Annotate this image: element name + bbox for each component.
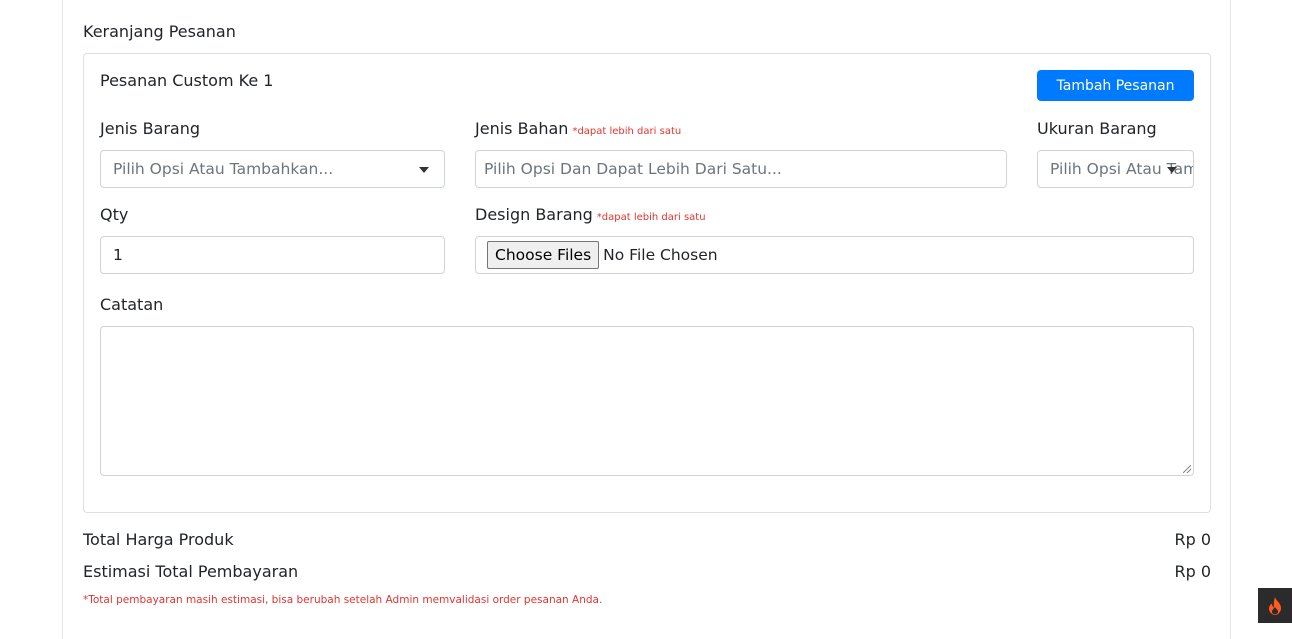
caret-down-icon bbox=[419, 167, 429, 173]
add-order-button[interactable]: Tambah Pesanan bbox=[1037, 70, 1194, 101]
qty-label-text: Qty bbox=[100, 205, 129, 224]
design-label-text: Design Barang bbox=[475, 205, 593, 224]
size-label: Ukuran Barang bbox=[1037, 119, 1157, 138]
payment-estimate-label: Estimasi Total Pembayaran bbox=[83, 562, 299, 581]
product-total-value: Rp 0 bbox=[1174, 530, 1211, 549]
payment-estimate-value: Rp 0 bbox=[1174, 562, 1211, 581]
notes-label-text: Catatan bbox=[100, 295, 164, 314]
qty-value: 1 bbox=[113, 246, 123, 264]
resize-handle[interactable] bbox=[1183, 465, 1191, 473]
corner-badge[interactable] bbox=[1258, 588, 1292, 623]
notes-textarea[interactable] bbox=[100, 326, 1194, 476]
design-file-input[interactable]: Choose Files No File Chosen bbox=[475, 236, 1194, 274]
material-placeholder: Pilih Opsi Dan Dapat Lebih Dari Satu... bbox=[484, 160, 782, 178]
item-type-select[interactable]: Pilih Opsi Atau Tambahkan... bbox=[100, 150, 445, 188]
file-status: No File Chosen bbox=[603, 246, 718, 264]
design-hint: *dapat lebih dari satu bbox=[596, 212, 706, 223]
material-label-text: Jenis Bahan bbox=[475, 119, 569, 138]
material-label: Jenis Bahan *dapat lebih dari satu bbox=[475, 119, 681, 138]
estimate-note: *Total pembayaran masih estimasi, bisa b… bbox=[83, 594, 603, 606]
item-type-placeholder: Pilih Opsi Atau Tambahkan... bbox=[113, 160, 334, 178]
material-multiselect[interactable]: Pilih Opsi Dan Dapat Lebih Dari Satu... bbox=[475, 150, 1007, 188]
notes-label: Catatan bbox=[100, 295, 163, 314]
order-title: Pesanan Custom Ke 1 bbox=[100, 71, 274, 90]
product-total-label: Total Harga Produk bbox=[83, 530, 234, 549]
flame-icon bbox=[1269, 596, 1281, 615]
qty-label: Qty bbox=[100, 205, 128, 224]
item-type-label: Jenis Barang bbox=[100, 119, 200, 138]
item-type-label-text: Jenis Barang bbox=[100, 119, 201, 138]
cart-title: Keranjang Pesanan bbox=[83, 22, 236, 41]
design-label: Design Barang *dapat lebih dari satu bbox=[475, 205, 706, 224]
caret-down-icon bbox=[1167, 167, 1177, 173]
size-label-text: Ukuran Barang bbox=[1037, 119, 1157, 138]
qty-input[interactable]: 1 bbox=[100, 236, 445, 274]
size-select[interactable]: Pilih Opsi Atau Tambahkan... bbox=[1037, 150, 1194, 188]
material-hint: *dapat lebih dari satu bbox=[572, 126, 682, 137]
choose-files-button[interactable]: Choose Files bbox=[487, 241, 600, 269]
